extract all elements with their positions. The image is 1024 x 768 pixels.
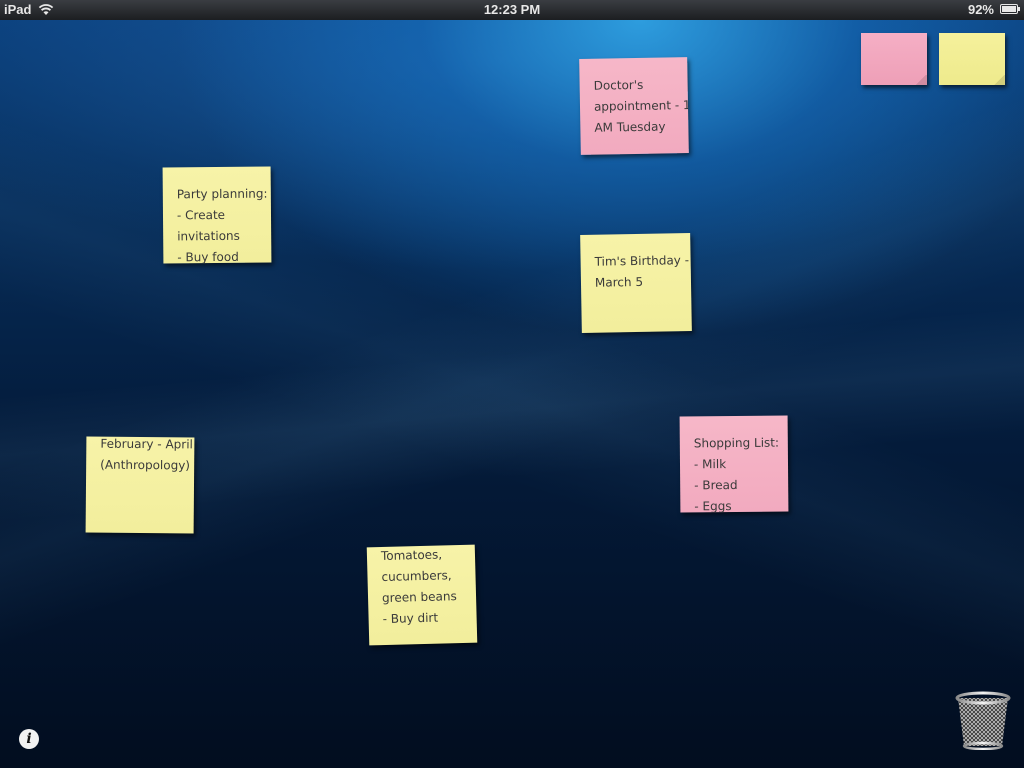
- note-line: - Milk: [693, 457, 727, 472]
- note-line: Doctor's: [593, 77, 644, 93]
- note-line: March 5: [594, 274, 644, 290]
- battery-percent: 92%: [967, 2, 994, 17]
- note-line: appointment - 11: [593, 97, 689, 114]
- note-line: February - April: [100, 436, 193, 452]
- clock: 12:23 PM: [483, 2, 541, 17]
- sticky-note-anthropology[interactable]: February - April (Anthropology): [85, 436, 195, 534]
- note-line: - Eggs: [694, 499, 732, 513]
- note-line: Shopping List:: [693, 435, 780, 451]
- trash-icon[interactable]: [954, 690, 1012, 750]
- sticky-note-garden[interactable]: Tomatoes, cucumbers, green beans - Buy d…: [366, 544, 478, 646]
- battery-icon: [1000, 4, 1020, 14]
- note-line: invitations: [177, 228, 240, 244]
- sticky-note-party[interactable]: Party planning: - Create invitations - B…: [162, 166, 272, 264]
- note-line: - Create: [176, 207, 226, 223]
- note-line: - Buy dirt: [382, 610, 439, 627]
- info-icon[interactable]: i: [19, 729, 39, 749]
- note-line: - Bread: [694, 477, 738, 493]
- status-bar: iPad 12:23 PM 92%: [0, 0, 1024, 20]
- ocean-background: [0, 0, 1024, 768]
- note-line: green beans: [381, 589, 457, 606]
- note-line: AM Tuesday: [594, 119, 666, 135]
- sticky-note-shopping[interactable]: Shopping List: - Milk - Bread - Eggs: [679, 415, 789, 513]
- new-yellow-note-pad[interactable]: [939, 33, 1005, 85]
- sticky-note-birthday[interactable]: Tim's Birthday - March 5: [580, 233, 692, 333]
- note-line: Party planning:: [176, 186, 268, 202]
- new-pink-note-pad[interactable]: [861, 33, 927, 85]
- note-line: cucumbers,: [381, 568, 452, 585]
- note-line: - Buy food: [177, 249, 239, 264]
- sticky-note-doctor[interactable]: Doctor's appointment - 11 AM Tuesday: [579, 57, 689, 155]
- note-line: Tomatoes,: [380, 547, 443, 564]
- note-line: Tim's Birthday -: [594, 253, 690, 269]
- note-line: (Anthropology): [100, 457, 191, 473]
